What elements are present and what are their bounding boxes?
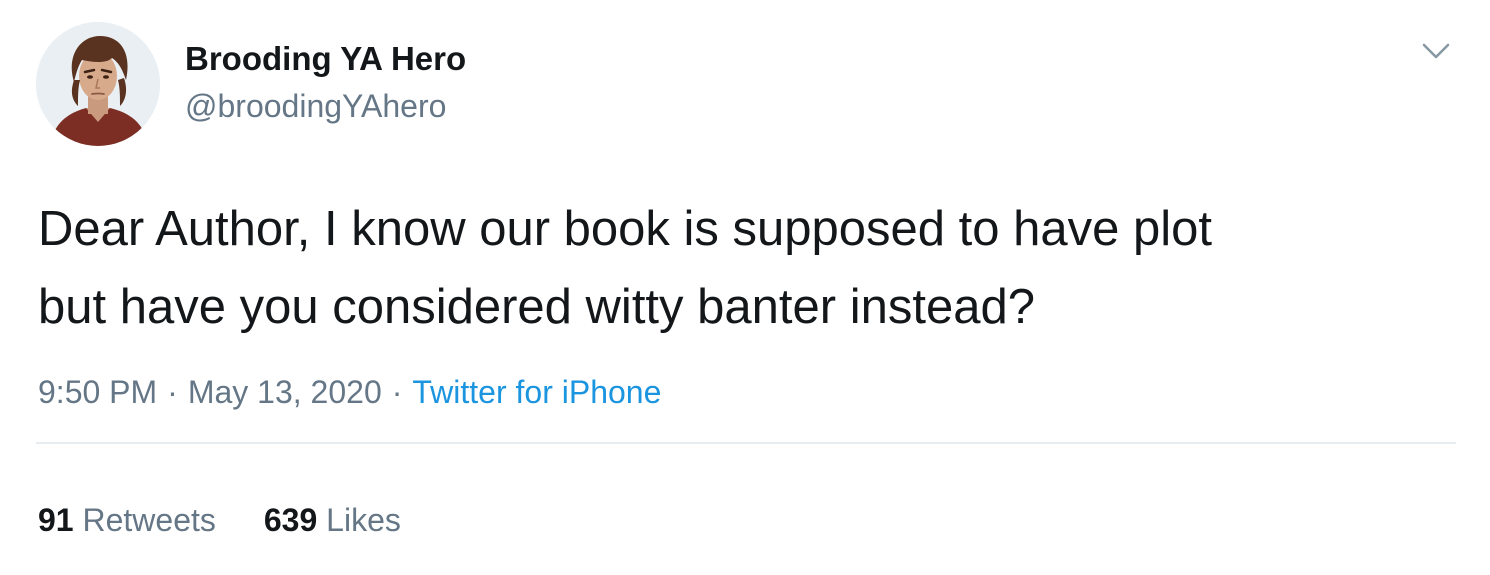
likes-label: Likes <box>326 502 401 538</box>
tweet-card: Brooding YA Hero @broodingYAhero Dear Au… <box>0 0 1490 575</box>
tweet-stats: 91 Retweets 639 Likes <box>38 502 401 539</box>
likes-stat[interactable]: 639 Likes <box>264 502 401 539</box>
avatar[interactable] <box>36 22 160 146</box>
separator-dot: · <box>391 374 403 410</box>
tweet-source-link[interactable]: Twitter for iPhone <box>412 374 661 410</box>
author-display-name[interactable]: Brooding YA Hero <box>185 40 466 78</box>
divider <box>36 442 1456 444</box>
tweet-text: Dear Author, I know our book is supposed… <box>38 202 1213 334</box>
author-handle[interactable]: @broodingYAhero <box>185 88 446 125</box>
chevron-down-icon[interactable] <box>1418 36 1454 66</box>
separator-dot: · <box>167 374 178 410</box>
tweet-metadata: 9:50 PM · May 13, 2020 · Twitter for iPhone <box>38 374 661 411</box>
retweets-label: Retweets <box>82 502 216 538</box>
portrait-illustration <box>36 22 160 146</box>
retweets-stat[interactable]: 91 Retweets <box>38 502 216 539</box>
tweet-date[interactable]: May 13, 2020 <box>188 374 382 410</box>
tweet-time[interactable]: 9:50 PM <box>38 374 157 410</box>
retweets-count: 91 <box>38 502 74 538</box>
likes-count: 639 <box>263 502 318 538</box>
